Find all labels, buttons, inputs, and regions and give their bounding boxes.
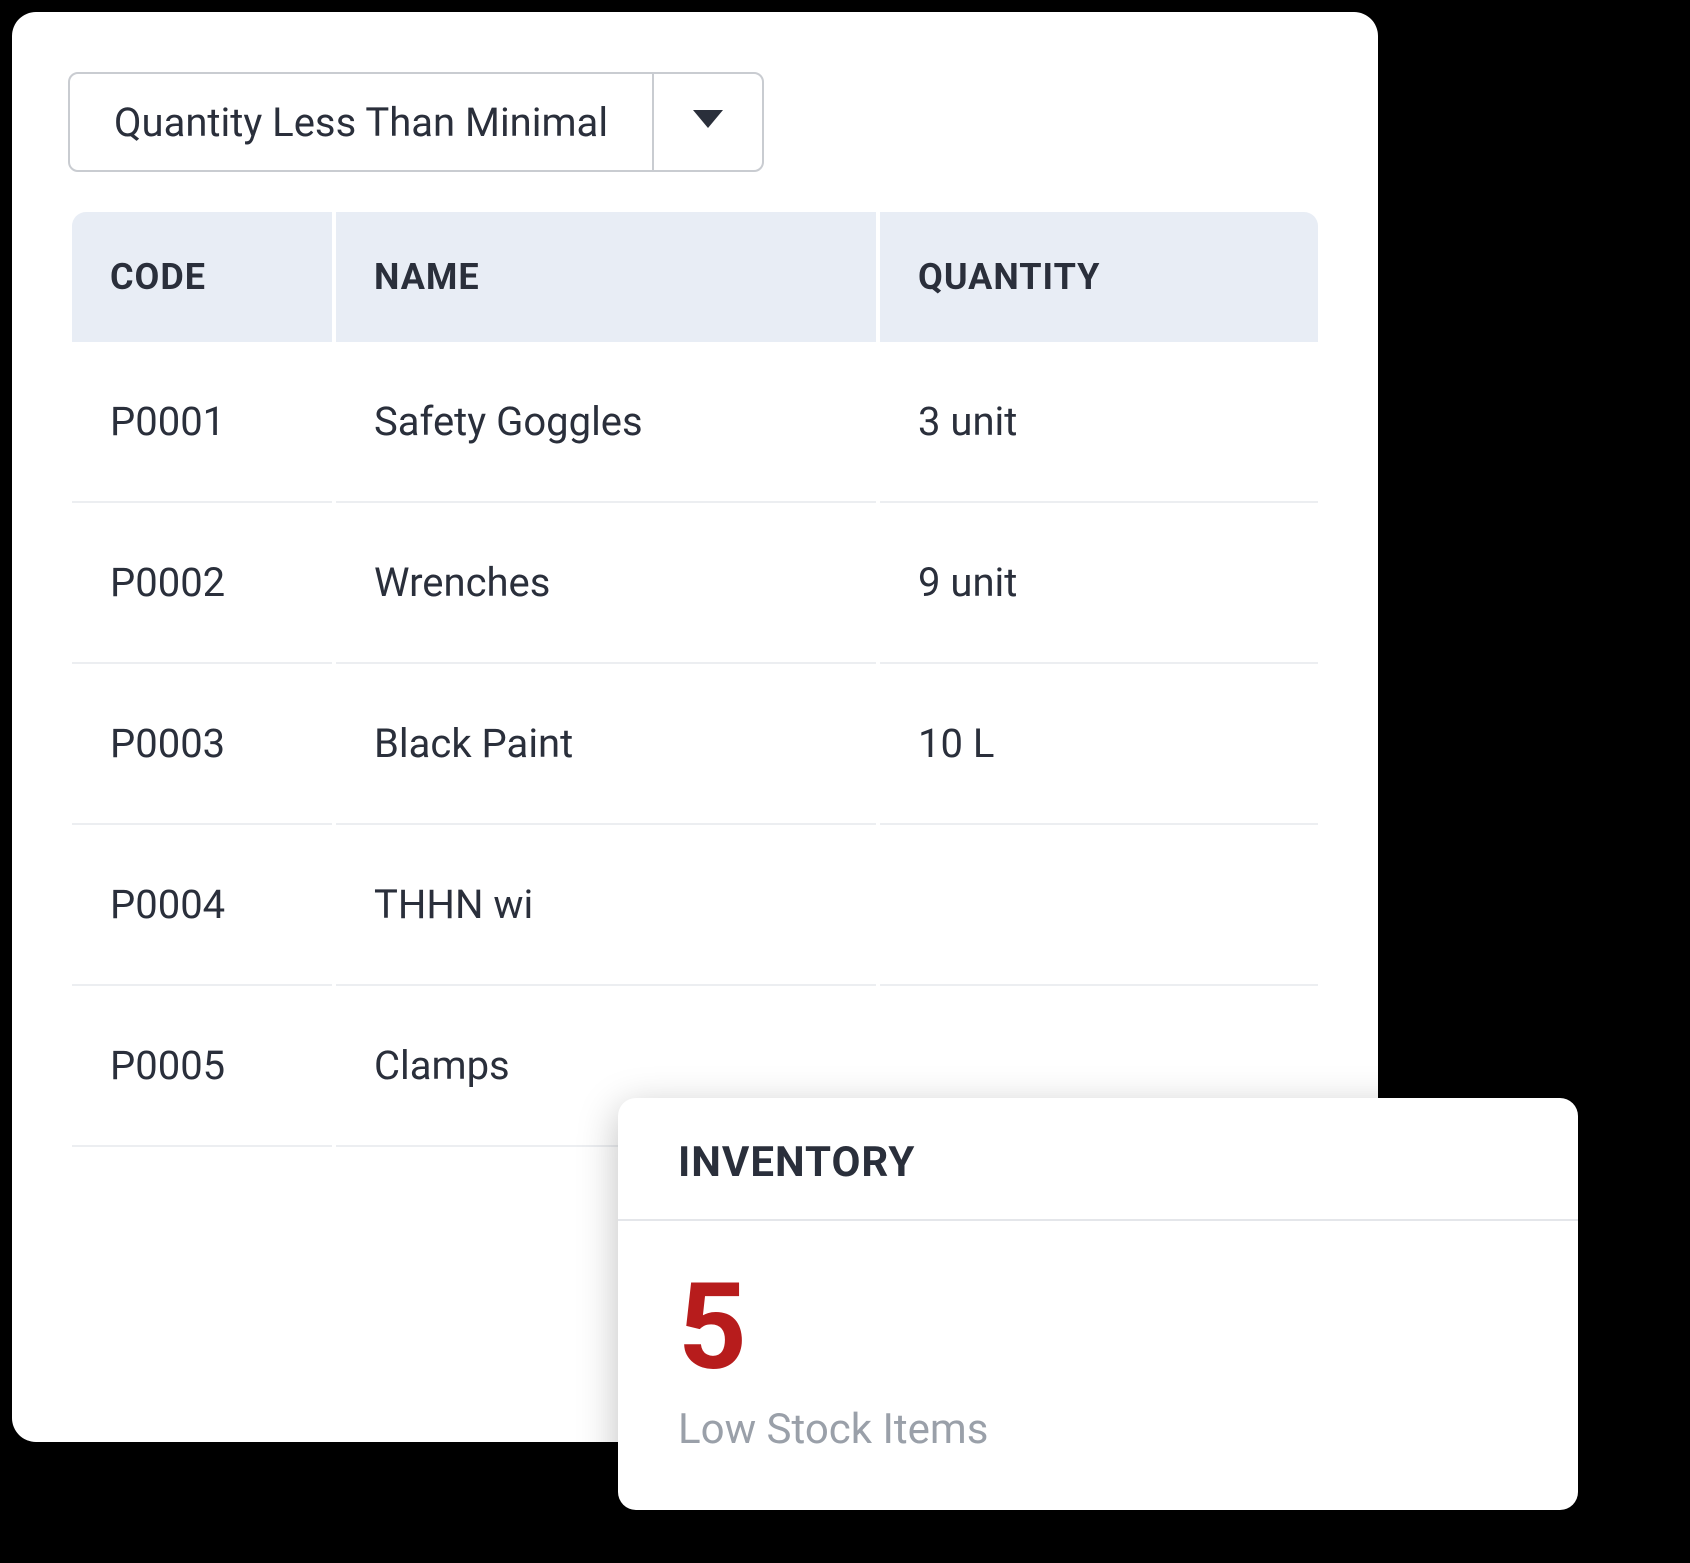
cell-name: Safety Goggles [336, 342, 876, 503]
cell-name: Black Paint [336, 664, 876, 825]
cell-code: P0005 [72, 986, 332, 1147]
filter-dropdown-toggle[interactable] [652, 74, 762, 170]
cell-quantity: 9 unit [880, 503, 1318, 664]
cell-code: P0001 [72, 342, 332, 503]
summary-subtitle: Low Stock Items [678, 1405, 1518, 1454]
table-row[interactable]: P0002 Wrenches 9 unit [72, 503, 1318, 664]
cell-quantity: 3 unit [880, 342, 1318, 503]
table-row[interactable]: P0003 Black Paint 10 L [72, 664, 1318, 825]
inventory-summary-card[interactable]: INVENTORY 5 Low Stock Items [618, 1098, 1578, 1510]
table-header-code[interactable]: CODE [72, 212, 332, 342]
summary-header: INVENTORY [618, 1098, 1578, 1221]
table-header-row: CODE NAME QUANTITY [72, 212, 1318, 342]
filter-dropdown-label: Quantity Less Than Minimal [70, 74, 652, 170]
cell-quantity [880, 825, 1318, 986]
summary-body: 5 Low Stock Items [618, 1221, 1578, 1510]
table-row[interactable]: P0001 Safety Goggles 3 unit [72, 342, 1318, 503]
summary-title: INVENTORY [678, 1138, 1518, 1187]
cell-name: THHN wi [336, 825, 876, 986]
chevron-down-icon [693, 110, 723, 134]
filter-dropdown[interactable]: Quantity Less Than Minimal [68, 72, 764, 172]
table-row[interactable]: P0004 THHN wi [72, 825, 1318, 986]
cell-quantity: 10 L [880, 664, 1318, 825]
cell-code: P0002 [72, 503, 332, 664]
summary-count: 5 [678, 1265, 1518, 1391]
cell-code: P0003 [72, 664, 332, 825]
cell-code: P0004 [72, 825, 332, 986]
table-header-quantity[interactable]: QUANTITY [880, 212, 1318, 342]
table-header-name[interactable]: NAME [336, 212, 876, 342]
inventory-table: CODE NAME QUANTITY P0001 Safety Goggles … [68, 212, 1322, 1147]
cell-name: Wrenches [336, 503, 876, 664]
